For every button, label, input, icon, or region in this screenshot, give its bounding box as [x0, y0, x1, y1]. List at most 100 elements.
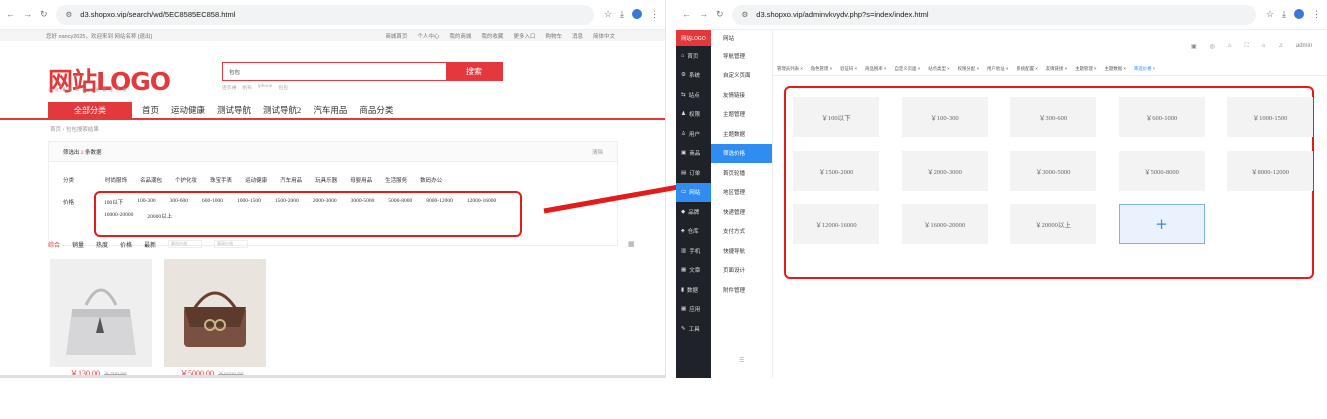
submenu-item[interactable]: 页面设计 [711, 261, 772, 281]
download-icon[interactable]: ⤓ [1282, 9, 1286, 20]
forward-icon[interactable]: → [699, 9, 708, 20]
topbar-link[interactable]: 更多入口 [513, 32, 535, 40]
admin-tab[interactable]: 验证码 × [840, 66, 857, 72]
price-option[interactable]: 600-1000 [202, 198, 223, 206]
submenu-item[interactable]: 首页轮播 [711, 163, 772, 183]
category-option[interactable]: 母婴用品 [350, 176, 372, 184]
nav-item[interactable]: 测试导航 [217, 104, 251, 116]
download-icon[interactable]: ⤓ [620, 9, 624, 20]
price-min-input[interactable]: 最低价格 [168, 240, 203, 248]
admin-tab[interactable]: 系统配置 × [1016, 66, 1037, 72]
sidebar-item[interactable]: ▦ 应用 [676, 300, 711, 320]
price-cell[interactable]: ￥600-1000 [1118, 97, 1205, 137]
topbar-link[interactable]: 我的商城 [449, 32, 471, 40]
horizontal-scrollbar[interactable] [0, 375, 665, 378]
category-option[interactable]: 时尚服饰 [105, 176, 127, 184]
nav-item[interactable]: 商品分类 [359, 104, 393, 116]
submenu-item[interactable]: 附件管理 [711, 280, 772, 300]
sort-option[interactable]: 热度 [96, 240, 108, 249]
sidebar-item[interactable]: ◆ 品牌 [676, 202, 711, 222]
sort-option[interactable]: 最新 [144, 240, 156, 249]
admin-tab[interactable]: 用户地址 × [987, 66, 1008, 72]
hot-word[interactable]: iphone [258, 84, 272, 91]
site-info-icon[interactable]: ⚙ [742, 10, 749, 19]
back-icon[interactable]: ← [6, 9, 15, 20]
menu-icon[interactable]: ⋮ [1312, 9, 1321, 20]
submenu-item[interactable]: 筛选价格 [711, 143, 772, 163]
hot-word[interactable]: 包包 [278, 84, 288, 91]
price-cell[interactable]: ￥16000-20000 [901, 204, 988, 244]
tab-close-icon[interactable]: × [1151, 66, 1156, 71]
grid-view-icon[interactable]: ▦ [628, 240, 635, 248]
submenu-item[interactable]: 导航管理 [711, 46, 772, 66]
search-input[interactable] [223, 63, 446, 80]
hot-word[interactable]: 连衣裙 [222, 84, 236, 91]
star-icon[interactable]: ☆ [604, 9, 612, 20]
bell-icon[interactable]: ♫ [1278, 43, 1283, 50]
price-option[interactable]: 100以下 [104, 198, 123, 206]
category-option[interactable]: 个护化妆 [175, 176, 197, 184]
sidebar-item[interactable]: ▮ 数据 [676, 280, 711, 300]
submenu-item[interactable]: 主题管理 [711, 105, 772, 125]
tab-close-icon[interactable]: × [1034, 66, 1038, 71]
site-info-icon[interactable]: ⚙ [66, 10, 73, 19]
price-option[interactable]: 16000-20000 [104, 212, 133, 220]
tab-close-icon[interactable]: × [975, 66, 979, 71]
price-cell[interactable]: ￥300-600 [1010, 97, 1096, 137]
nav-item[interactable]: 运动健康 [171, 104, 205, 116]
price-option[interactable]: 20000以上 [147, 212, 172, 220]
admin-tab[interactable]: 自定义页面 × [895, 66, 921, 72]
screen-icon[interactable]: ▣ [1191, 43, 1197, 50]
star-icon[interactable]: ☆ [1266, 9, 1274, 20]
theme-icon[interactable]: ◎ [1210, 43, 1215, 50]
tab-close-icon[interactable]: × [946, 66, 950, 71]
price-cell[interactable]: ￥8000-12000 [1227, 150, 1313, 191]
profile-avatar[interactable] [632, 9, 642, 19]
submenu-item[interactable]: 快递管理 [711, 202, 772, 222]
menu-icon[interactable]: ⋮ [650, 9, 659, 20]
reload-icon[interactable]: ↻ [716, 9, 724, 20]
topbar-link[interactable]: 消息 [572, 32, 583, 40]
back-icon[interactable]: ← [682, 9, 691, 20]
price-option[interactable]: 1500-2000 [275, 198, 299, 206]
category-option[interactable]: 运动健康 [245, 176, 267, 184]
category-option[interactable]: 玩具乐器 [315, 176, 337, 184]
search-button[interactable]: 搜索 [446, 63, 502, 80]
sidebar-item[interactable]: ♣ 仓库 [676, 222, 711, 242]
price-option[interactable]: 300-600 [170, 198, 188, 206]
category-option[interactable]: 名品潮包 [140, 176, 162, 184]
price-cell[interactable]: ￥3000-5000 [1010, 150, 1096, 191]
submenu-item[interactable]: 自定义页面 [711, 66, 772, 86]
admin-tab[interactable]: 主题数据 × [1105, 66, 1126, 72]
admin-tab[interactable]: 权限分配 × [958, 66, 979, 72]
product-card[interactable] [50, 259, 152, 367]
submenu-item[interactable]: 友情链接 [711, 85, 772, 105]
price-option[interactable]: 8000-12000 [426, 198, 453, 206]
topbar-link[interactable]: 我的收藏 [481, 32, 503, 40]
add-price-button[interactable]: + [1118, 204, 1205, 244]
admin-user[interactable]: admin [1296, 43, 1312, 50]
price-cell[interactable]: ￥2000-3000 [901, 150, 988, 191]
forward-icon[interactable]: → [23, 9, 32, 20]
topbar-link[interactable]: 商城首页 [385, 32, 407, 40]
tab-close-icon[interactable]: × [1093, 66, 1097, 71]
topbar-link[interactable]: 个人中心 [417, 32, 439, 40]
sidebar-item[interactable]: ✎ 工具 [676, 319, 711, 339]
home-icon[interactable]: ⌂ [1228, 43, 1232, 50]
admin-tab[interactable]: 商品税率 × [865, 66, 886, 72]
price-cell[interactable]: ￥1000-1500 [1227, 97, 1313, 137]
price-option[interactable]: 12000-16000 [467, 198, 496, 206]
category-option[interactable]: 数码办公 [420, 176, 442, 184]
submenu-item[interactable]: 支付方式 [711, 222, 772, 242]
sort-option[interactable]: 销量 [72, 240, 84, 249]
tab-close-icon[interactable]: × [828, 66, 833, 71]
price-option[interactable]: 3000-5000 [351, 198, 375, 206]
price-option[interactable]: 1000-1500 [237, 198, 261, 206]
sidebar-item[interactable]: ⇆ 站点 [676, 85, 711, 105]
sidebar-item[interactable]: ⌂ 首页 [676, 46, 711, 66]
price-cell[interactable]: ￥5000-8000 [1118, 150, 1205, 191]
category-option[interactable]: 珠宝手表 [210, 176, 232, 184]
submenu-item[interactable]: 快捷导航 [711, 241, 772, 261]
sidebar-item[interactable]: ▤ 订单 [676, 163, 711, 183]
admin-tab[interactable]: 站点类型 × [928, 66, 949, 72]
